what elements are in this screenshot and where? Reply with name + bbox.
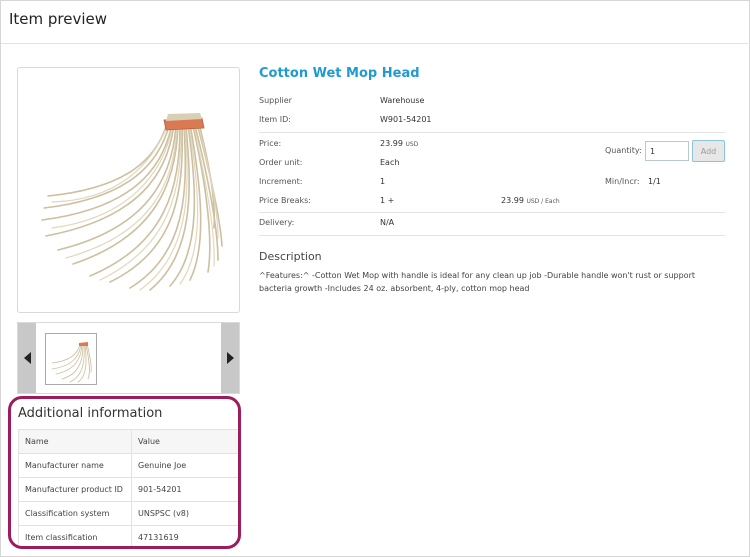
image-carousel [17,322,240,394]
column-header-name: Name [18,429,132,454]
table-cell-name: Manufacturer name [18,453,132,478]
min-incr-value: 1/1 [648,177,661,186]
price-label: Price: [259,139,282,148]
price-amount: 23.99 [380,139,403,148]
additional-information-table: Name Value Manufacturer name Genuine Joe… [18,429,238,546]
table-cell-name: Item classification [18,525,132,546]
add-button[interactable]: Add [692,140,725,162]
table-cell-value: Genuine Joe [131,453,238,478]
order-unit-value: Each [380,158,400,167]
additional-information-panel: Additional information Name Value Manufa… [8,396,241,549]
mop-head-icon [41,113,223,291]
delivery-value: N/A [380,218,395,227]
table-row: Classification system UNSPSC (v8) [18,501,238,526]
price-breaks-amount: 23.99 [501,196,524,205]
details-divider [259,132,725,133]
table-row: Manufacturer name Genuine Joe [18,453,238,478]
item-id-label: Item ID: [259,115,291,124]
chevron-right-icon [226,352,234,364]
price-value: 23.99 USD [380,139,418,148]
column-header-value: Value [131,429,238,454]
table-cell-value: 901-54201 [131,477,238,502]
description-text: ^Features:^ -Cotton Wet Mop with handle … [259,271,695,293]
supplier-value: Warehouse [380,96,425,105]
price-breaks-label: Price Breaks: [259,196,311,205]
carousel-next-button[interactable] [221,323,239,393]
product-main-image [17,67,240,313]
details-divider [259,235,725,236]
quantity-input[interactable] [645,141,689,161]
quantity-label: Quantity: [605,146,642,155]
table-cell-value: 47131619 [131,525,238,546]
product-name: Cotton Wet Mop Head [259,66,420,81]
details-divider [259,212,725,213]
table-cell-name: Classification system [18,501,132,526]
delivery-label: Delivery: [259,218,295,227]
increment-value: 1 [380,177,386,186]
item-id-value: W901-54201 [380,115,432,124]
table-cell-name: Manufacturer product ID [18,477,132,502]
price-breaks-price: 23.99 USD / Each [501,196,560,205]
product-thumbnail[interactable] [45,333,97,385]
chevron-left-icon [23,352,31,364]
min-incr-label: Min/Incr: [605,177,640,186]
supplier-label: Supplier [259,96,292,105]
table-row: Item classification 47131619 [18,525,238,546]
additional-information-title: Additional information [18,406,163,421]
price-breaks-unit: USD / Each [526,198,560,205]
increment-label: Increment: [259,177,303,186]
price-breaks-quantity: 1 + [380,196,395,205]
page-title: Item preview [9,10,108,28]
table-row: Manufacturer product ID 901-54201 [18,477,238,502]
carousel-prev-button[interactable] [18,323,36,393]
table-cell-value: UNSPSC (v8) [131,501,238,526]
table-header-row: Name Value [18,429,238,454]
description-title: Description [259,250,322,263]
dialog-header: Item preview [1,1,748,44]
price-currency: USD [405,141,419,148]
order-unit-label: Order unit: [259,158,303,167]
mop-head-icon [51,342,92,383]
